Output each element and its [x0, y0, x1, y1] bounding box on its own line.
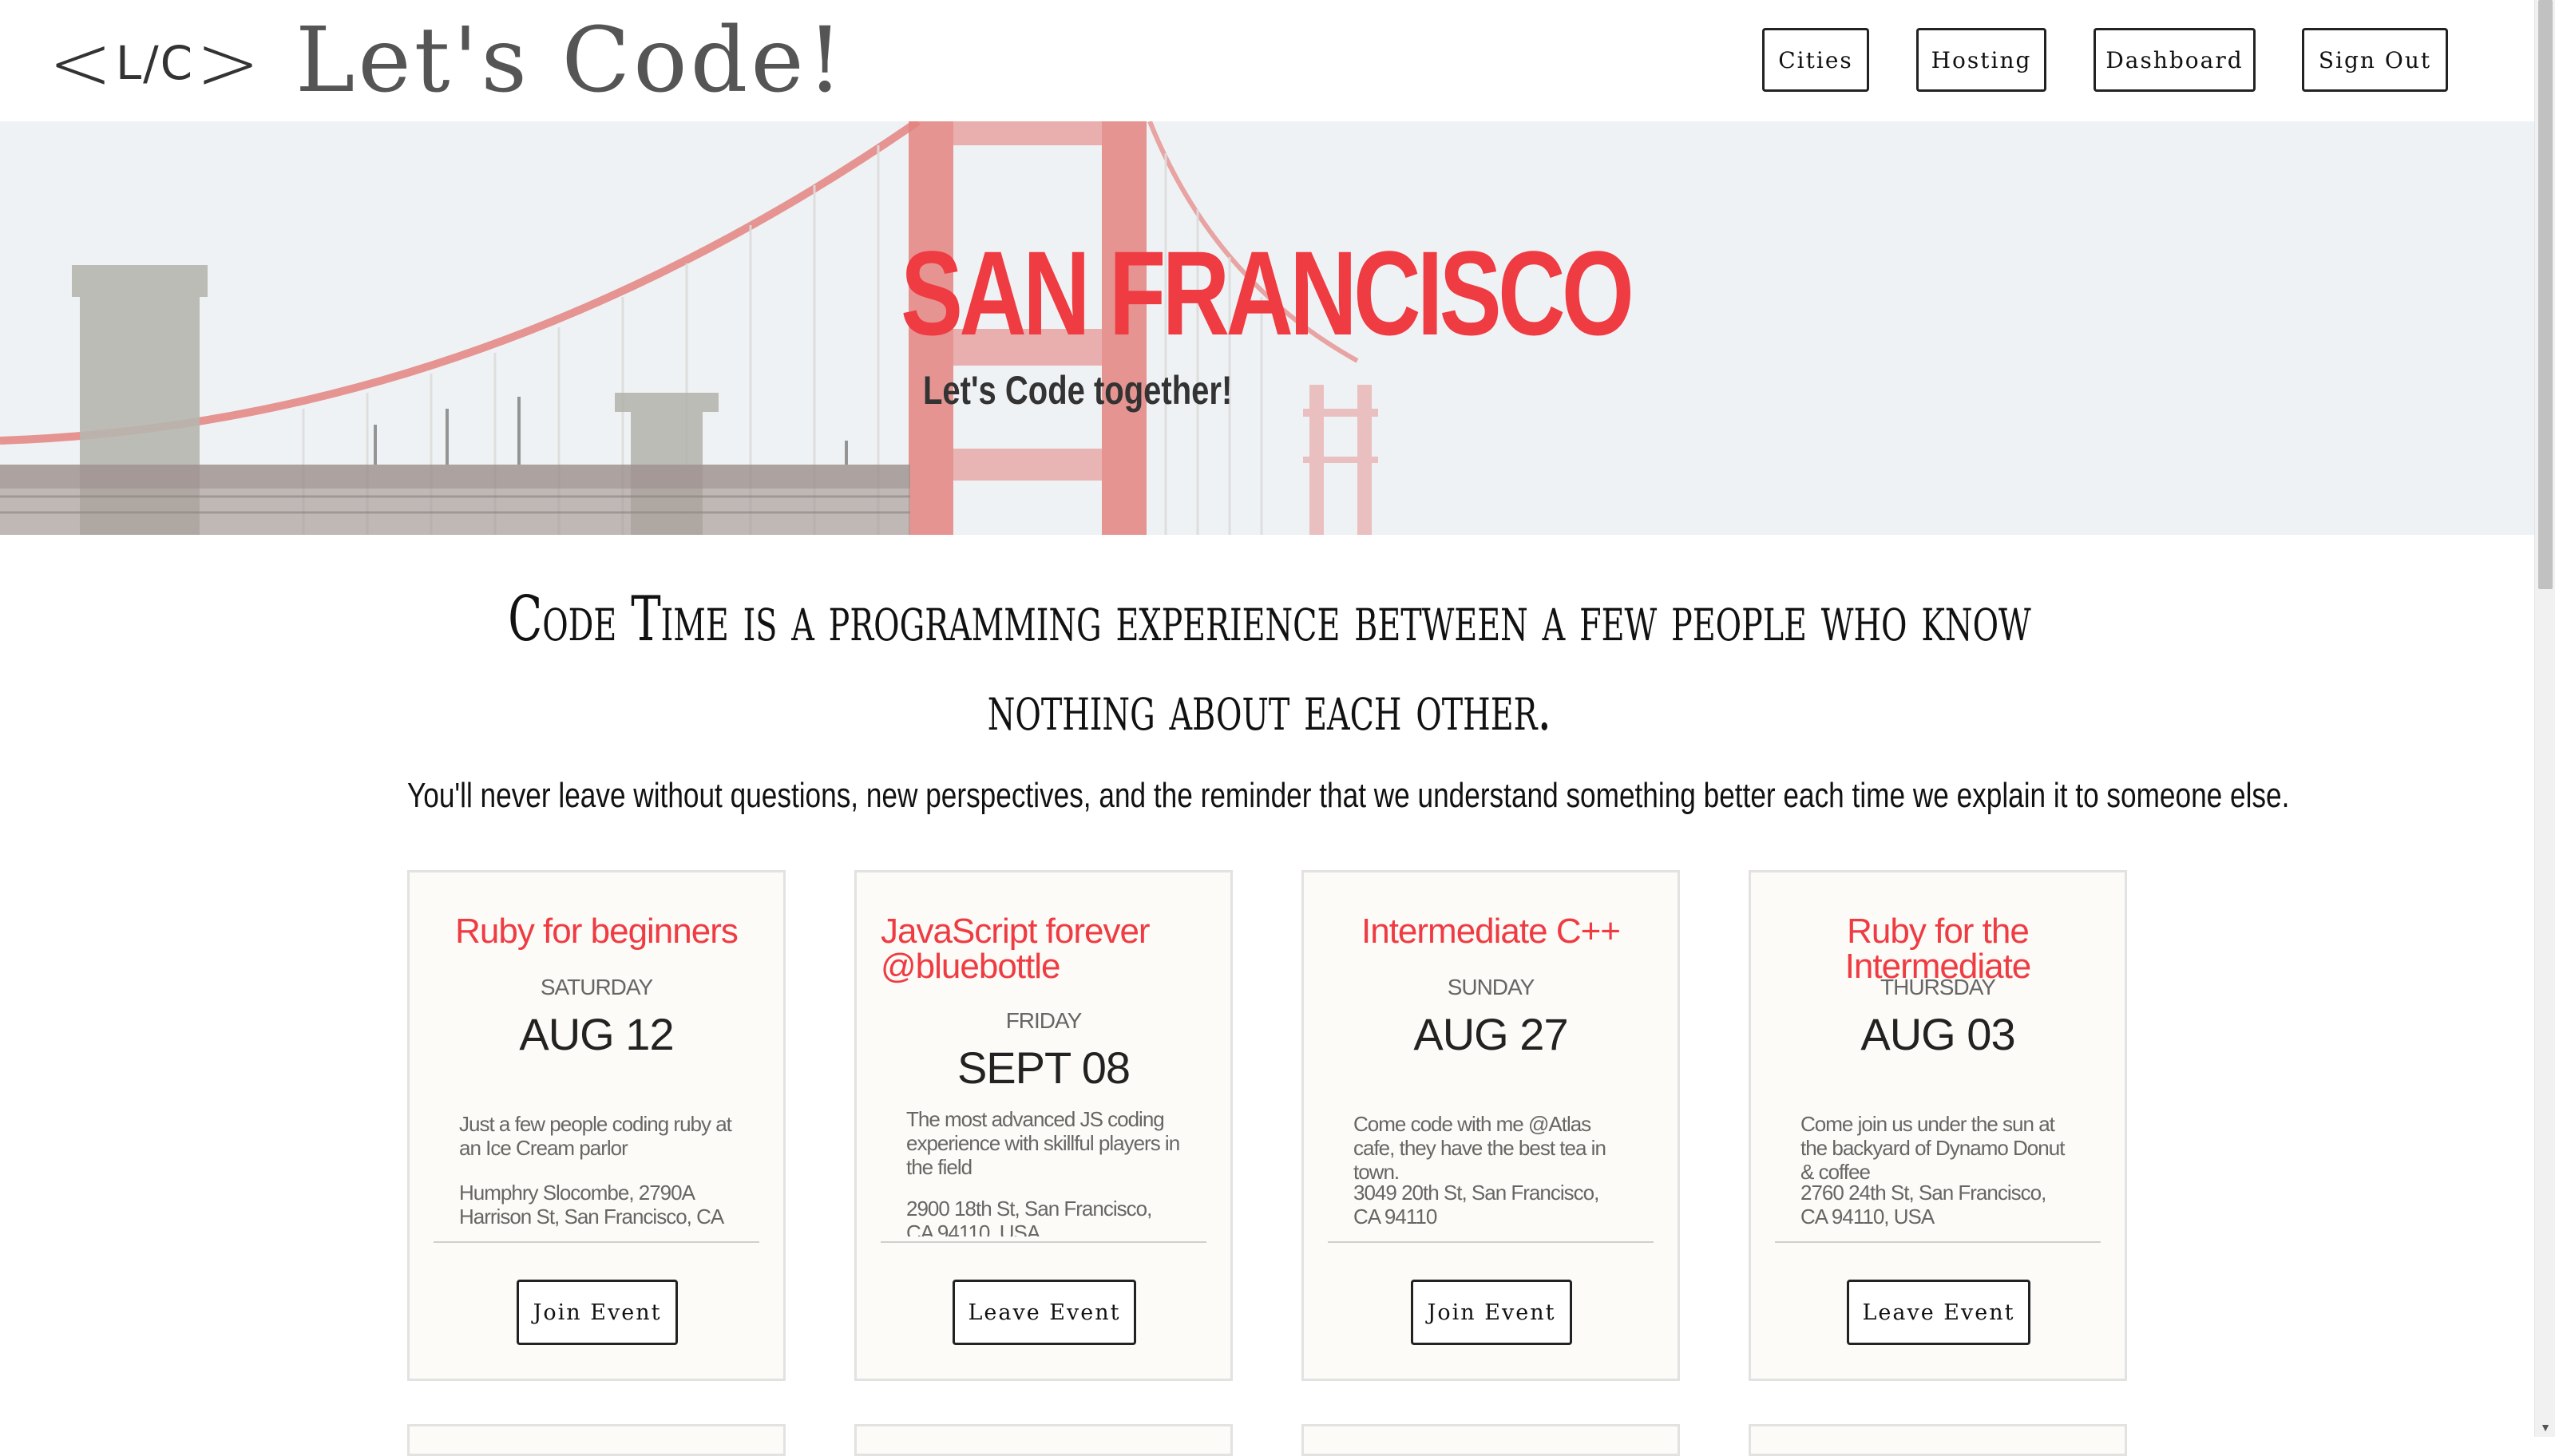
event-address: 2760 24th St, San Francisco, CA 94110, U…	[1800, 1181, 2046, 1228]
logo-left-bracket: <	[48, 18, 114, 108]
event-address: Humphry Slocombe, 2790A Harrison St, San…	[459, 1181, 723, 1228]
event-day: SATURDAY	[540, 975, 653, 999]
event-day: THURSDAY	[1880, 975, 1996, 999]
event-title: JavaScript forever @bluebottle	[881, 912, 1151, 986]
event-address: 3049 20th St, San Francisco, CA 94110	[1353, 1181, 1599, 1228]
event-card: Ruby for the Intermediate THURSDAY AUG 0…	[1749, 870, 2127, 1381]
hosting-button[interactable]: Hosting	[1916, 28, 2046, 92]
card-divider	[1328, 1241, 1654, 1243]
join-event-button[interactable]: Join Event	[517, 1280, 678, 1345]
event-card-partial	[1301, 1424, 1680, 1456]
event-date: AUG 12	[519, 1009, 674, 1059]
logo-right-bracket: >	[196, 18, 262, 108]
event-address: 2900 18th St, San Francisco, CA 94110, U…	[906, 1197, 1152, 1236]
event-card-partial	[407, 1424, 786, 1456]
join-event-button[interactable]: Join Event	[1411, 1280, 1572, 1345]
card-divider	[434, 1241, 759, 1243]
event-card: Intermediate C++ SUNDAY AUG 27 Come code…	[1301, 870, 1680, 1381]
intro-heading: Code Time is a programming experience be…	[508, 584, 2031, 745]
vertical-scrollbar[interactable]: ▲ ▼	[2534, 0, 2555, 1437]
event-title: Ruby for the Intermediate	[1844, 912, 2032, 986]
hero-banner: SAN FRANCISCO Let's Code together!	[0, 121, 2534, 535]
event-description: The most advanced JS coding experience w…	[906, 1107, 1180, 1179]
intro-section: Code Time is a programming experience be…	[383, 575, 2290, 816]
card-divider	[881, 1241, 1206, 1243]
event-title: Ruby for beginners	[455, 912, 739, 951]
sign-out-button[interactable]: Sign Out	[2302, 28, 2448, 92]
logo-icon[interactable]: < L/C >	[48, 25, 259, 101]
event-card-partial	[854, 1424, 1233, 1456]
city-subtitle: Let's Code together!	[923, 368, 1233, 413]
event-card: JavaScript forever @bluebottle FRIDAY SE…	[854, 870, 1233, 1381]
event-date: SEPT 08	[957, 1043, 1131, 1093]
event-day: SUNDAY	[1447, 975, 1535, 999]
card-divider	[1775, 1241, 2101, 1243]
city-title: SAN FRANCISCO	[901, 226, 1634, 360]
event-date: AUG 03	[1860, 1009, 2015, 1059]
event-description: Come join us under the sun at the backya…	[1800, 1112, 2065, 1184]
event-card: Ruby for beginners SATURDAY AUG 12 Just …	[407, 870, 786, 1381]
event-title: Intermediate C++	[1361, 912, 1621, 951]
event-description: Just a few people coding ruby at an Ice …	[459, 1112, 732, 1160]
event-card-partial	[1749, 1424, 2127, 1456]
cities-button[interactable]: Cities	[1762, 28, 1869, 92]
event-date: AUG 27	[1413, 1009, 1568, 1059]
event-day: FRIDAY	[1005, 1008, 1083, 1033]
logo-letters: L/C	[115, 36, 195, 90]
top-navbar: < L/C > Let's Code! Cities Hosting Dashb…	[0, 0, 2534, 121]
scrollbar-thumb[interactable]	[2538, 0, 2553, 589]
brand-title[interactable]: Let's Code!	[295, 6, 846, 115]
dashboard-button[interactable]: Dashboard	[2094, 28, 2256, 92]
event-description: Come code with me @Atlas cafe, they have…	[1353, 1112, 1606, 1184]
intro-text: You'll never leave without questions, ne…	[407, 776, 2290, 815]
leave-event-button[interactable]: Leave Event	[1847, 1280, 2030, 1345]
scroll-down-icon[interactable]: ▼	[2535, 1418, 2555, 1437]
leave-event-button[interactable]: Leave Event	[953, 1280, 1136, 1345]
